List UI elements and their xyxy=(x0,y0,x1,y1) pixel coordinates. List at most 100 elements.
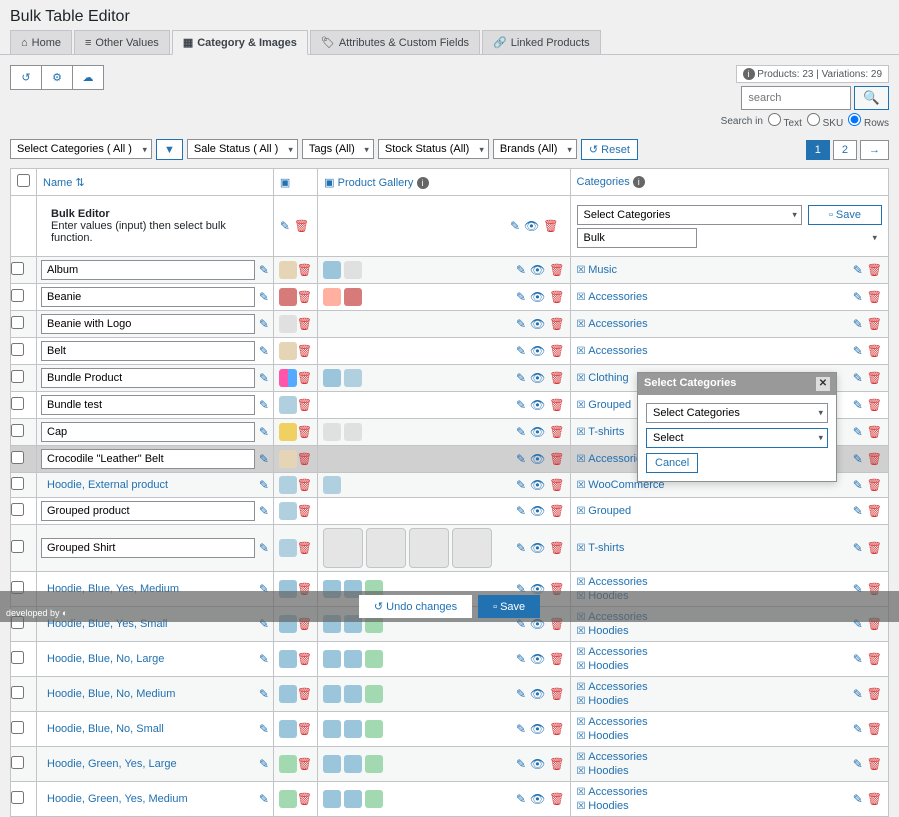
product-name-link[interactable]: Hoodie, Green, Yes, Large xyxy=(41,758,255,770)
popup-categories-select[interactable]: Select Categories xyxy=(646,403,828,423)
product-name-link[interactable]: Hoodie, Blue, No, Small xyxy=(41,723,255,735)
edit-icon[interactable]: ✎ xyxy=(516,290,526,304)
gallery-thumbnail[interactable] xyxy=(323,288,341,306)
row-checkbox[interactable] xyxy=(11,451,24,464)
product-thumbnail[interactable] xyxy=(279,790,297,808)
edit-icon[interactable]: ✎ xyxy=(259,317,269,331)
delete-icon[interactable]: 🗑 xyxy=(867,504,882,518)
delete-icon[interactable]: 🗑 xyxy=(549,371,564,385)
product-thumbnail[interactable] xyxy=(279,685,297,703)
row-checkbox[interactable] xyxy=(11,540,24,553)
gallery-thumbnail[interactable] xyxy=(452,528,492,568)
edit-icon[interactable]: ✎ xyxy=(516,792,526,806)
edit-icon[interactable]: ✎ xyxy=(259,263,269,277)
delete-icon[interactable]: 🗑 xyxy=(549,452,564,466)
delete-icon[interactable]: 🗑 xyxy=(867,290,882,304)
edit-icon[interactable]: ✎ xyxy=(516,504,526,518)
delete-icon[interactable]: 🗑 xyxy=(867,478,882,492)
row-checkbox[interactable] xyxy=(11,503,24,516)
product-thumbnail[interactable] xyxy=(279,315,297,333)
row-checkbox[interactable] xyxy=(11,343,24,356)
gallery-thumbnail[interactable] xyxy=(323,261,341,279)
category-tag[interactable]: Hoodies xyxy=(577,695,648,707)
edit-icon[interactable]: ✎ xyxy=(853,371,863,385)
gallery-thumbnail[interactable] xyxy=(323,755,341,773)
page-next-button[interactable]: → xyxy=(860,140,889,160)
gallery-thumbnail[interactable] xyxy=(344,685,362,703)
row-checkbox[interactable] xyxy=(11,477,24,490)
category-tag[interactable]: Hoodies xyxy=(577,625,648,637)
row-checkbox[interactable] xyxy=(11,370,24,383)
delete-icon[interactable]: 🗑 xyxy=(549,504,564,518)
category-tag[interactable]: Accessories xyxy=(577,291,648,303)
product-thumbnail[interactable] xyxy=(279,369,297,387)
edit-icon[interactable]: ✎ xyxy=(516,652,526,666)
gallery-thumbnail[interactable] xyxy=(344,423,362,441)
delete-icon[interactable]: 🗑 xyxy=(549,687,564,701)
gallery-thumbnail[interactable] xyxy=(323,790,341,808)
edit-icon[interactable]: ✎ xyxy=(853,652,863,666)
popup-close-button[interactable]: ✕ xyxy=(816,377,830,391)
eye-icon[interactable]: 👁 xyxy=(530,652,545,666)
edit-icon[interactable]: ✎ xyxy=(259,722,269,736)
eye-icon[interactable]: 👁 xyxy=(530,722,545,736)
product-name-link[interactable]: Hoodie, Blue, No, Medium xyxy=(41,688,255,700)
product-thumbnail[interactable] xyxy=(279,288,297,306)
edit-icon[interactable]: ✎ xyxy=(853,263,863,277)
edit-icon[interactable]: ✎ xyxy=(259,290,269,304)
delete-icon[interactable]: 🗑 xyxy=(297,398,312,412)
search-input[interactable] xyxy=(741,86,851,110)
row-checkbox[interactable] xyxy=(11,756,24,769)
edit-icon[interactable]: ✎ xyxy=(853,425,863,439)
edit-icon[interactable]: ✎ xyxy=(259,425,269,439)
row-checkbox[interactable] xyxy=(11,721,24,734)
product-name-input[interactable] xyxy=(41,501,255,521)
edit-icon[interactable]: ✎ xyxy=(259,398,269,412)
undo-button[interactable]: ↺ xyxy=(10,65,42,90)
save-button[interactable]: ▫ Save xyxy=(478,595,540,618)
category-tag[interactable]: Grouped xyxy=(577,505,632,517)
eye-icon[interactable]: 👁 xyxy=(530,290,545,304)
row-checkbox[interactable] xyxy=(11,651,24,664)
delete-icon[interactable]: 🗑 xyxy=(297,478,312,492)
eye-icon[interactable]: 👁 xyxy=(530,792,545,806)
delete-icon[interactable]: 🗑 xyxy=(297,504,312,518)
gallery-thumbnail[interactable] xyxy=(409,528,449,568)
filter-stock[interactable]: Stock Status (All) xyxy=(378,139,489,159)
eye-icon[interactable]: 👁 xyxy=(530,504,545,518)
search-opt-sku[interactable]: SKU xyxy=(807,113,843,129)
search-opt-rows[interactable]: Rows xyxy=(848,113,889,129)
page-1-button[interactable]: 1 xyxy=(806,140,830,160)
gallery-thumbnail[interactable] xyxy=(323,685,341,703)
edit-icon[interactable]: ✎ xyxy=(516,478,526,492)
delete-icon[interactable]: 🗑 xyxy=(867,452,882,466)
popup-cancel-button[interactable]: Cancel xyxy=(646,453,698,473)
tab-attributes-custom-fields[interactable]: 🏷Attributes & Custom Fields xyxy=(310,30,480,54)
gallery-thumbnail[interactable] xyxy=(365,685,383,703)
delete-icon[interactable]: 🗑 xyxy=(549,290,564,304)
category-tag[interactable]: Hoodies xyxy=(577,800,648,812)
category-tag[interactable]: Accessories xyxy=(577,318,648,330)
edit-icon[interactable]: ✎ xyxy=(516,687,526,701)
col-name-header[interactable]: Name ⇅ xyxy=(37,169,274,196)
delete-icon[interactable]: 🗑 xyxy=(867,541,882,555)
eye-icon[interactable]: 👁 xyxy=(530,541,545,555)
tab-home[interactable]: ⌂Home xyxy=(10,30,72,54)
edit-icon[interactable]: ✎ xyxy=(853,757,863,771)
product-thumbnail[interactable] xyxy=(279,650,297,668)
row-checkbox[interactable] xyxy=(11,424,24,437)
category-tag[interactable]: Hoodies xyxy=(577,660,648,672)
delete-icon[interactable]: 🗑 xyxy=(297,722,312,736)
edit-icon[interactable]: ✎ xyxy=(516,452,526,466)
product-thumbnail[interactable] xyxy=(279,396,297,414)
category-tag[interactable]: Accessories xyxy=(577,751,648,763)
row-checkbox[interactable] xyxy=(11,289,24,302)
product-name-input[interactable] xyxy=(41,538,255,558)
delete-icon[interactable]: 🗑 xyxy=(297,541,312,555)
product-thumbnail[interactable] xyxy=(279,423,297,441)
edit-icon[interactable]: ✎ xyxy=(259,792,269,806)
category-tag[interactable]: Hoodies xyxy=(577,765,648,777)
gallery-thumbnail[interactable] xyxy=(365,790,383,808)
category-tag[interactable]: Hoodies xyxy=(577,730,648,742)
product-name-input[interactable] xyxy=(41,260,255,280)
